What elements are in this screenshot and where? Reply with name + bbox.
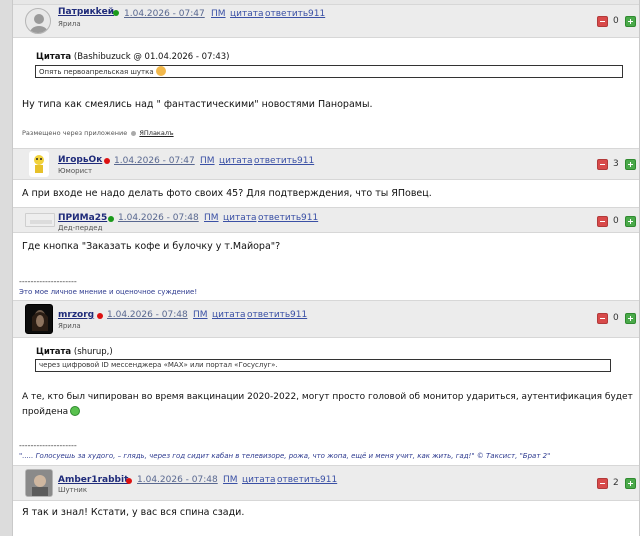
banner-avatar-icon <box>30 220 52 224</box>
quote-box: через цифровой ID мессенджера «MAX» или … <box>35 359 611 372</box>
post-text-line1: А те, кто был чипирован во время вакцина… <box>22 392 633 402</box>
quote-link[interactable]: цитата <box>223 213 257 223</box>
photo-avatar-icon <box>26 305 52 333</box>
quote-link[interactable]: цитата <box>230 9 264 19</box>
post-number-link[interactable]: 911 <box>301 213 318 223</box>
signature: Это мое личное мнение и оценочное сужден… <box>19 288 198 296</box>
avatar[interactable] <box>25 469 53 497</box>
post-header: Amber1rabbit Шутник 1.04.2026 - 07:48 ПМ… <box>13 465 639 501</box>
vote-up-icon[interactable] <box>625 478 636 489</box>
app-link[interactable]: ЯПлакалъ <box>139 129 173 137</box>
photo-avatar-icon <box>26 470 52 496</box>
reply-link[interactable]: ответить <box>277 475 320 485</box>
post-header: mrzorg Ярила 1.04.2026 - 07:48 ПМ цитата… <box>13 300 639 338</box>
vote-score: 0 <box>613 313 619 323</box>
post-date-link[interactable]: 1.04.2026 - 07:47 <box>124 9 205 19</box>
vote-up-icon[interactable] <box>625 16 636 27</box>
offline-status-icon <box>104 158 110 164</box>
offline-status-icon <box>97 313 103 319</box>
vote-score: 3 <box>613 159 619 169</box>
user-rank: Ярила <box>58 322 81 330</box>
forum-thread: Патрикkей Ярила 1.04.2026 - 07:47 ПМ цит… <box>12 0 640 536</box>
vote-score: 0 <box>613 16 619 26</box>
user-rank: Шутник <box>58 486 88 494</box>
vote-down-icon[interactable] <box>597 478 608 489</box>
post-header: ИгорьОк Юморист 1.04.2026 - 07:47 ПМ цит… <box>13 148 639 180</box>
avatar[interactable] <box>25 8 51 34</box>
user-rank: Юморист <box>58 167 93 175</box>
app-icon <box>131 130 137 136</box>
signature-separator: -------------------- <box>19 441 77 450</box>
default-avatar-icon <box>30 14 48 33</box>
reply-link[interactable]: ответить <box>265 9 308 19</box>
username[interactable]: Amber1rabbit <box>58 475 128 485</box>
post-header: ПРИМа25 Дед-пердед 1.04.2026 - 07:48 ПМ … <box>13 207 639 233</box>
signature: "..... Голосуешь за худого, – глядь, чер… <box>19 452 551 460</box>
post-text: А при входе не надо делать фото своих 45… <box>22 188 432 199</box>
vote-down-icon[interactable] <box>597 159 608 170</box>
post-text: Я так и знал! Кстати, у вас вся спина сз… <box>22 507 245 518</box>
avatar[interactable] <box>25 213 55 227</box>
post-date-link[interactable]: 1.04.2026 - 07:48 <box>118 213 199 223</box>
pm-link[interactable]: ПМ <box>193 310 208 320</box>
cartoon-avatar-icon <box>31 153 47 175</box>
vote-score: 0 <box>613 216 619 226</box>
post-number-link[interactable]: 911 <box>290 310 307 320</box>
post-date-link[interactable]: 1.04.2026 - 07:48 <box>137 475 218 485</box>
post-header: Патрикkей Ярила 1.04.2026 - 07:47 ПМ цит… <box>13 4 639 38</box>
post-text: Ну типа как смеялись над " фантастически… <box>22 99 373 110</box>
post-number-link[interactable]: 911 <box>308 9 325 19</box>
vote-score: 2 <box>613 478 619 488</box>
winking-smiley-icon <box>70 406 81 416</box>
quote-header: Цитата (Bashibuzuck @ 01.04.2026 - 07:43… <box>36 52 230 62</box>
quote-link[interactable]: цитата <box>242 475 276 485</box>
vote-down-icon[interactable] <box>597 16 608 27</box>
avatar[interactable] <box>29 151 49 177</box>
post-number-link[interactable]: 911 <box>297 156 314 166</box>
post-text: Где кнопка "Заказать кофе и булочку у т.… <box>22 241 281 252</box>
quote-link[interactable]: цитата <box>212 310 246 320</box>
signature-separator: -------------------- <box>19 277 77 286</box>
username[interactable]: Патрикkей <box>58 7 114 17</box>
username[interactable]: mrzorg <box>58 310 94 320</box>
vote-up-icon[interactable] <box>625 159 636 170</box>
vote-up-icon[interactable] <box>625 216 636 227</box>
user-rank: Дед-пердед <box>58 224 103 232</box>
offline-status-icon <box>126 478 132 484</box>
post-text-line2: пройдена <box>22 406 81 417</box>
pm-link[interactable]: ПМ <box>223 475 238 485</box>
post-footer: Размещено через приложение ЯПлакалъ <box>22 129 174 137</box>
reply-link[interactable]: ответить <box>258 213 301 223</box>
post-date-link[interactable]: 1.04.2026 - 07:47 <box>114 156 195 166</box>
quote-box: Опять первоапрельская шутка <box>35 65 623 78</box>
reply-link[interactable]: ответить <box>247 310 290 320</box>
post-date-link[interactable]: 1.04.2026 - 07:48 <box>107 310 188 320</box>
laughing-smiley-icon <box>155 66 166 76</box>
vote-down-icon[interactable] <box>597 216 608 227</box>
pm-link[interactable]: ПМ <box>211 9 226 19</box>
username[interactable]: ИгорьОк <box>58 155 102 165</box>
quote-header: Цитата (shurup,) <box>36 347 113 357</box>
user-rank: Ярила <box>58 20 81 28</box>
post-number-link[interactable]: 911 <box>320 475 337 485</box>
avatar[interactable] <box>25 304 53 334</box>
pm-link[interactable]: ПМ <box>200 156 215 166</box>
username[interactable]: ПРИМа25 <box>58 213 107 223</box>
online-status-icon <box>113 10 119 16</box>
quote-link[interactable]: цитата <box>219 156 253 166</box>
vote-down-icon[interactable] <box>597 313 608 324</box>
online-status-icon <box>108 216 114 222</box>
vote-up-icon[interactable] <box>625 313 636 324</box>
reply-link[interactable]: ответить <box>254 156 297 166</box>
pm-link[interactable]: ПМ <box>204 213 219 223</box>
